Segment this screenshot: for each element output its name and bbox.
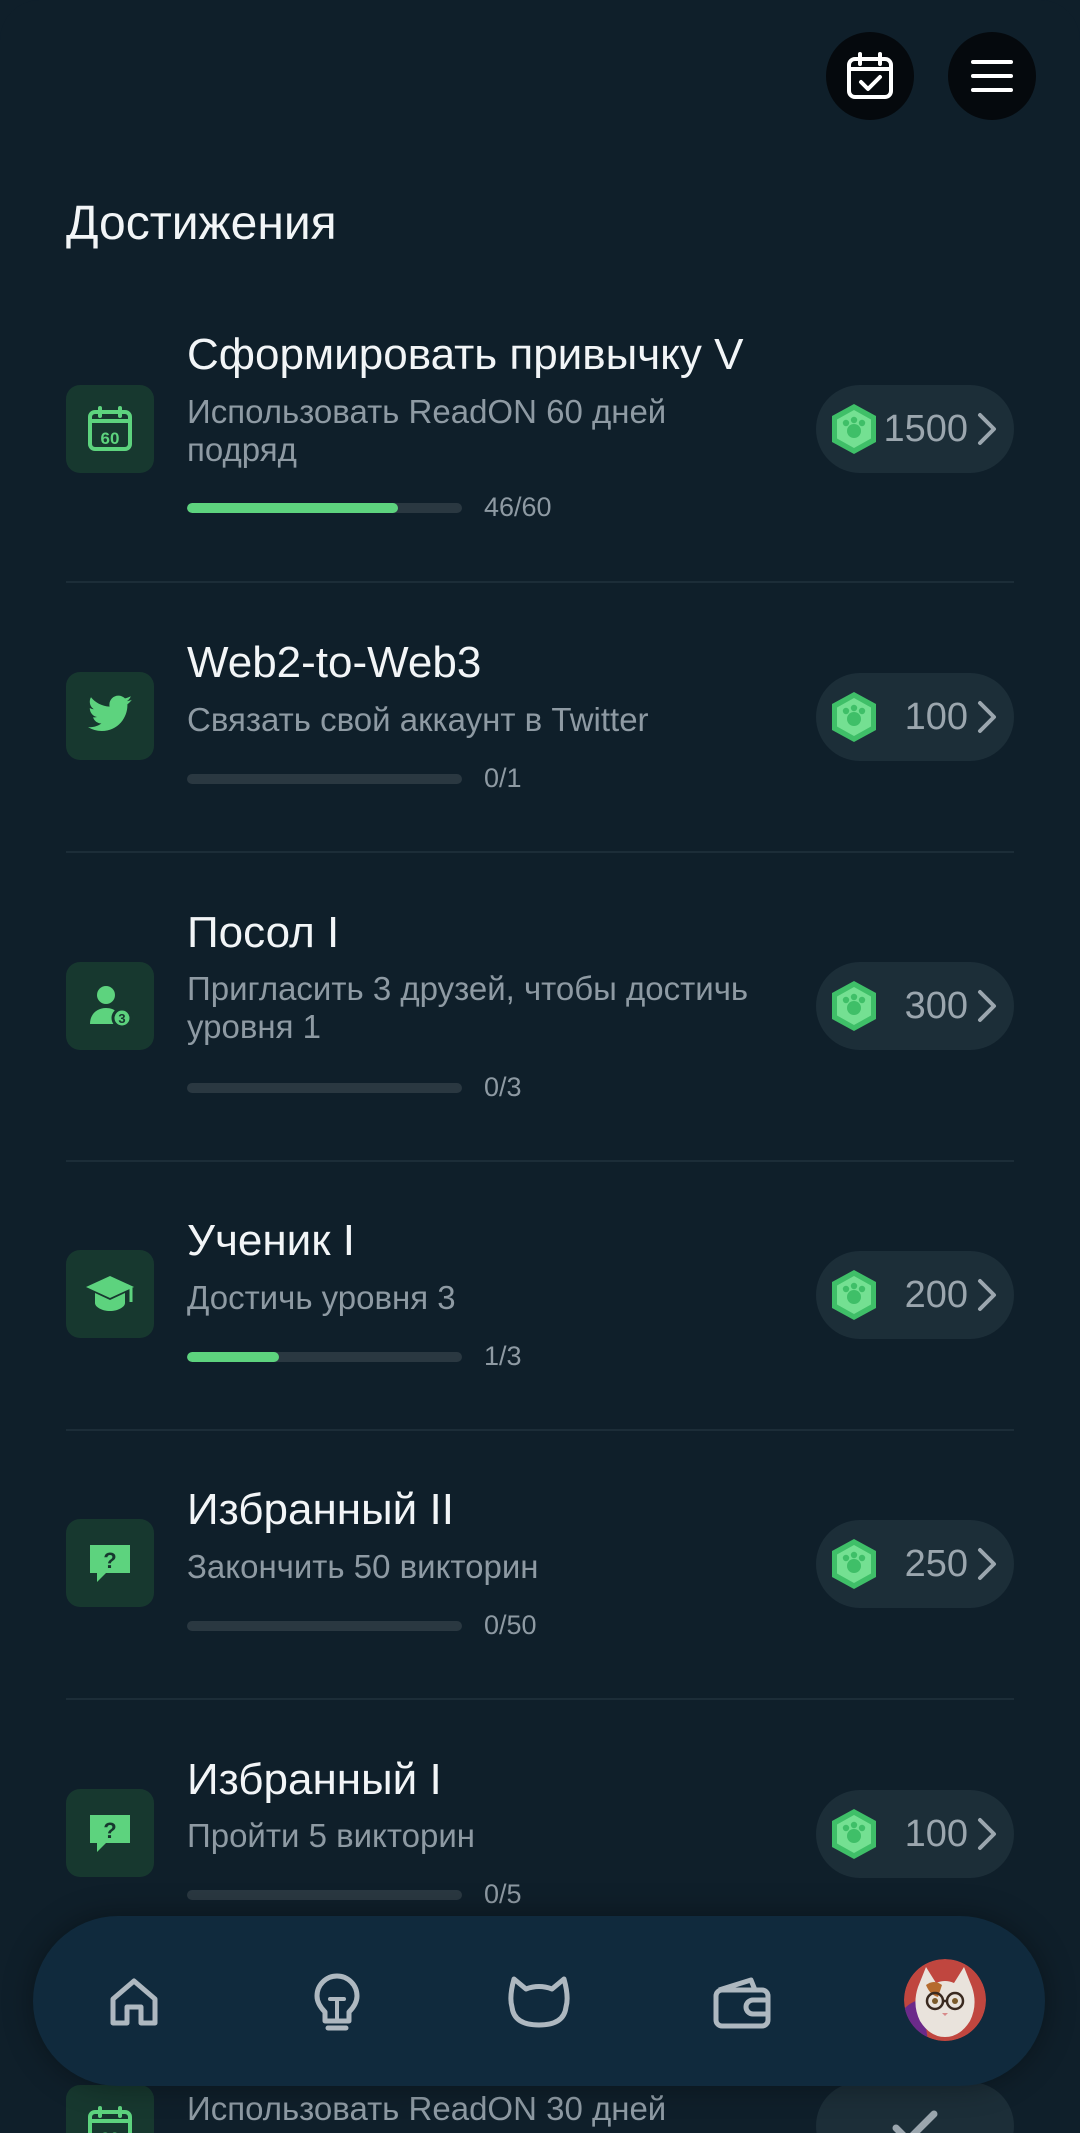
reward-button[interactable]: 300 [816,962,1014,1050]
achievement-title: Избранный II [187,1485,454,1534]
achievement-description: Использовать ReadON 30 дней [187,2090,667,2127]
achievement-title: Web2-to-Web3 [187,638,482,687]
progress-text: 0/5 [484,1879,522,1909]
calendar-30-icon: 30 [88,2106,132,2133]
bottom-navigation [33,1916,1045,2086]
reward-button[interactable]: 250 [816,1520,1014,1608]
achievement-title: Ученик I [187,1216,355,1265]
achievement-description: Связать свой аккаунт в Twitter [187,701,649,738]
progress-text: 0/3 [484,1072,522,1102]
achievement-title: Посол I [187,908,340,957]
achievement-description: Достичь уровня 3 [187,1279,456,1316]
achievements-screen: Достижения 60 Сформировать привычку V Ис… [0,0,1080,2133]
reward-amount: 200 [904,1273,968,1316]
hamburger-icon [971,60,1013,92]
reward-button[interactable]: 1500 [816,385,1014,473]
achievement-icon-tile: 30 [66,2085,154,2133]
avatar-cat-image [904,1959,986,2041]
home-icon [110,1978,158,2026]
calendar-check-icon [847,52,893,99]
lightbulb-icon [314,1973,360,2031]
svg-text:30: 30 [101,2129,120,2133]
coin-icon [832,1270,876,1320]
calendar-60-icon: 60 [88,406,132,451]
chevron-right-icon [978,1279,996,1311]
achievement-description: Использовать ReadON 60 дней подряд [187,393,667,468]
reward-button[interactable]: 100 [816,1790,1014,1878]
chevron-right-icon [978,701,996,733]
progress-bar [187,1083,462,1093]
reward-amount: 250 [904,1542,968,1585]
reward-amount: 1500 [883,407,968,450]
svg-text:?: ? [103,1548,116,1573]
achievement-icon-tile [66,672,154,760]
achievement-title: Сформировать привычку V [187,330,744,379]
svg-text:3: 3 [118,1011,125,1026]
wallet-icon [713,1977,771,2029]
progress-bar [187,503,462,513]
nav-home[interactable] [84,1952,184,2052]
progress-text: 1/3 [484,1341,522,1371]
reward-amount: 300 [904,984,968,1027]
svg-text:?: ? [103,1818,116,1843]
achievement-icon-tile: ? [66,1789,154,1877]
avatar[interactable] [904,1959,986,2041]
twitter-icon [88,695,132,731]
achievement-icon-tile: 3 [66,962,154,1050]
achievement-icon-tile: ? [66,1519,154,1607]
divider [66,851,1014,853]
achievement-description: Пройти 5 викторин [187,1817,475,1854]
menu-button[interactable] [948,32,1036,120]
progress-bar [187,774,462,784]
nav-wallet[interactable] [692,1952,792,2052]
divider [66,1429,1014,1431]
divider [66,581,1014,583]
reward-button[interactable]: 100 [816,673,1014,761]
reward-button[interactable]: 200 [816,1251,1014,1339]
page-title: Достижения [66,197,337,250]
chevron-right-icon [978,1548,996,1580]
quiz-question-icon: ? [90,1815,130,1852]
coin-icon [832,1809,876,1859]
divider [66,1698,1014,1700]
svg-text:60: 60 [101,429,120,448]
achievement-description: Закончить 50 викторин [187,1548,539,1585]
progress-fill [187,503,398,513]
coin-icon [832,1539,876,1589]
progress-text: 0/1 [484,763,522,793]
progress-text: 46/60 [484,492,552,522]
completed-badge[interactable] [816,2082,1014,2133]
achievement-icon-tile [66,1250,154,1338]
nav-ideas[interactable] [287,1952,387,2052]
quiz-question-icon: ? [90,1545,130,1582]
reward-amount: 100 [904,1812,968,1855]
chevron-right-icon [978,413,996,445]
coin-icon [832,981,876,1031]
chevron-right-icon [978,990,996,1022]
nav-cat[interactable] [489,1952,589,2052]
daily-tasks-button[interactable] [826,32,914,120]
progress-bar [187,1352,462,1362]
progress-text: 0/50 [484,1610,537,1640]
achievement-title: Избранный I [187,1755,442,1804]
graduation-cap-icon [86,1276,134,1311]
coin-icon [832,404,876,454]
chevron-right-icon [978,1818,996,1850]
coin-icon [832,692,876,742]
progress-fill [187,1352,279,1362]
progress-bar [187,1890,462,1900]
cat-icon [508,1976,570,2028]
invite-user-icon: 3 [90,986,133,1029]
divider [66,1160,1014,1162]
checkmark-icon [892,2110,938,2133]
reward-amount: 100 [904,695,968,738]
progress-bar [187,1621,462,1631]
achievement-icon-tile: 60 [66,385,154,473]
achievement-description: Пригласить 3 друзей, чтобы достичь уровн… [187,970,749,1045]
